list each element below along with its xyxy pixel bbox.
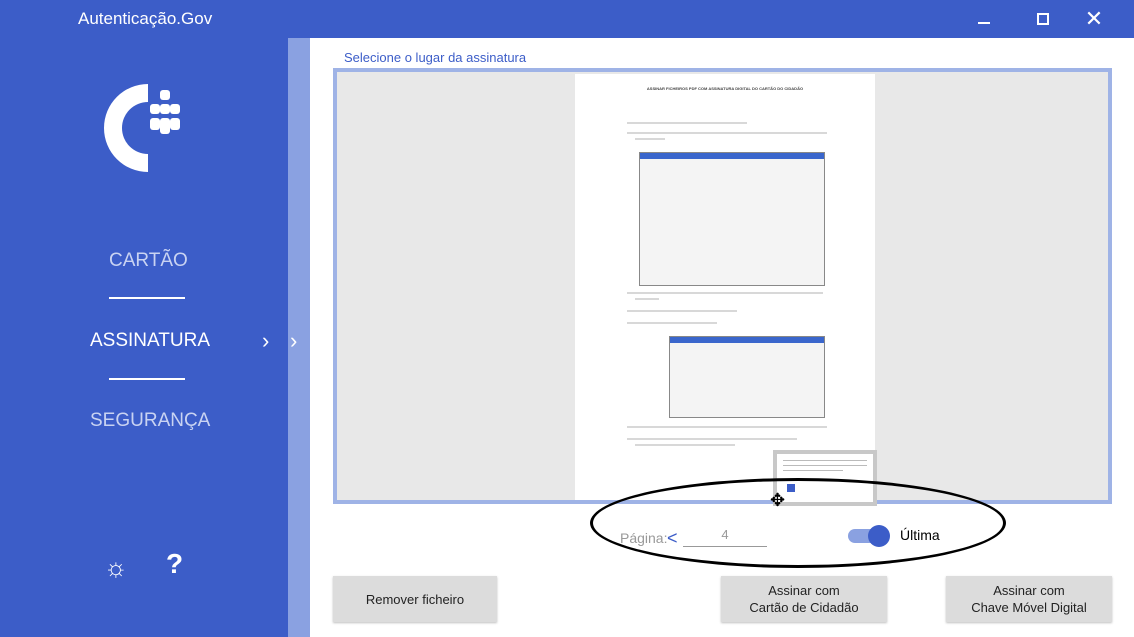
app-logo — [100, 78, 190, 183]
page-number-input[interactable] — [683, 522, 767, 547]
pdf-viewer[interactable]: ASSINAR FICHEIROS PDF COM ASSINATURA DIG… — [333, 68, 1112, 506]
button-label: Remover ficheiro — [365, 591, 465, 607]
pdf-text-line — [627, 292, 823, 294]
sidebar: CARTÃO ASSINATURA › SEGURANÇA ☼ ? — [0, 0, 290, 637]
pdf-text-line — [635, 298, 659, 300]
pdf-embedded-dialog-image — [639, 152, 825, 286]
pdf-text-line — [627, 322, 717, 324]
pdf-page: ASSINAR FICHEIROS PDF COM ASSINATURA DIG… — [575, 74, 877, 506]
sidebar-item-assinatura[interactable]: ASSINATURA — [90, 330, 210, 352]
last-page-label: Última — [900, 527, 940, 543]
button-label: Assinar com — [993, 583, 1065, 598]
sidebar-item-cartao[interactable]: CARTÃO — [109, 250, 188, 272]
remove-file-button[interactable]: Remover ficheiro — [333, 576, 497, 622]
pdf-text-line — [635, 444, 735, 446]
settings-gear-icon[interactable]: ☼ — [104, 552, 128, 583]
button-label: Assinar com — [768, 583, 840, 598]
button-label: Cartão de Cidadão — [749, 600, 859, 615]
pdf-text-line — [627, 438, 797, 440]
pdf-heading: ASSINAR FICHEIROS PDF COM ASSINATURA DIG… — [646, 86, 804, 91]
close-icon[interactable]: ✕ — [1076, 6, 1112, 32]
help-button[interactable]: ? — [166, 548, 183, 580]
maximize-icon[interactable] — [1025, 6, 1061, 32]
pdf-text-line — [627, 122, 747, 124]
pdf-text-line — [627, 132, 827, 134]
sidebar-divider — [109, 297, 185, 299]
pdf-text-line — [627, 310, 737, 312]
pdf-text-line — [635, 138, 665, 140]
pdf-embedded-dialog-image — [669, 336, 825, 418]
window-title: Autenticação.Gov — [78, 9, 213, 28]
minimize-icon[interactable] — [966, 6, 1002, 32]
sidebar-divider — [109, 378, 185, 380]
sign-with-mobile-key-button[interactable]: Assinar com Chave Móvel Digital — [946, 576, 1112, 622]
sign-with-citizen-card-button[interactable]: Assinar com Cartão de Cidadão — [721, 576, 887, 622]
sidebar-collapse-strip[interactable]: › — [288, 38, 310, 637]
move-cursor-icon: ✥ — [770, 490, 786, 510]
button-label: Chave Móvel Digital — [971, 600, 1087, 615]
chevron-right-icon: › — [262, 328, 270, 353]
chevron-right-icon: › — [290, 328, 298, 353]
page-label: Página: — [620, 530, 668, 546]
pdf-text-line — [627, 426, 827, 428]
signature-placeholder[interactable] — [773, 450, 877, 506]
previous-page-button[interactable]: < — [667, 528, 678, 549]
last-page-toggle[interactable] — [848, 525, 890, 547]
section-title: Selecione o lugar da assinatura — [344, 50, 527, 65]
title-bar: Autenticação.Gov ✕ — [0, 0, 1134, 38]
toggle-knob — [868, 525, 890, 547]
cartao-cidadao-logo — [787, 484, 795, 492]
sidebar-item-seguranca[interactable]: SEGURANÇA — [90, 410, 210, 432]
